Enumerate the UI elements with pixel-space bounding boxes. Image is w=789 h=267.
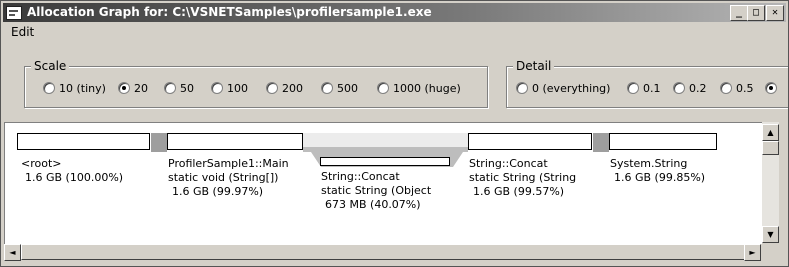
maximize-button[interactable]: □ xyxy=(747,5,765,21)
node-main-box[interactable] xyxy=(167,133,303,150)
node-system-string-label: System.String xyxy=(610,157,688,170)
node-concat-object-label: String::Concat xyxy=(321,170,400,183)
scale-option-1000[interactable]: 1000 (huge) xyxy=(377,82,461,95)
radio-icon xyxy=(211,82,223,94)
node-system-string-stats: 1.6 GB (99.85%) xyxy=(614,171,706,184)
edge-root-main xyxy=(151,133,167,152)
node-root-label: <root> xyxy=(21,157,62,170)
vertical-scrollbar[interactable]: ▲ ▼ xyxy=(762,122,779,243)
node-concat-string-stats: 1.6 GB (99.57%) xyxy=(473,185,565,198)
minimize-button[interactable]: _ xyxy=(730,5,748,21)
scroll-down-button[interactable]: ▼ xyxy=(762,226,779,243)
node-root-stats: 1.6 GB (100.00%) xyxy=(25,171,124,184)
scroll-right-button[interactable]: ► xyxy=(744,244,761,261)
radio-icon xyxy=(164,82,176,94)
allocation-graph-canvas[interactable]: <root> 1.6 GB (100.00%) ProfilerSample1:… xyxy=(4,122,762,244)
radio-checked-icon xyxy=(118,82,130,94)
node-concat-string-label: String::Concat xyxy=(469,157,548,170)
radio-icon xyxy=(673,82,685,94)
radio-checked-icon xyxy=(765,82,777,94)
radio-icon xyxy=(321,82,333,94)
node-root-box[interactable] xyxy=(17,133,150,150)
radio-icon xyxy=(266,82,278,94)
detail-option-0-1[interactable]: 0.1 xyxy=(627,82,661,95)
horizontal-scroll-thumb[interactable] xyxy=(21,244,745,260)
detail-option-cut-off[interactable] xyxy=(765,82,781,95)
node-main-signature: static void (String[]) xyxy=(168,171,279,184)
scroll-left-button[interactable]: ◄ xyxy=(4,244,21,261)
detail-group-label: Detail xyxy=(513,59,555,73)
node-concat-string-box[interactable] xyxy=(468,133,592,150)
allocation-graph-window: Allocation Graph for: C:\VSNETSamples\pr… xyxy=(0,0,789,267)
scale-group-label: Scale xyxy=(31,59,70,73)
scale-option-20[interactable]: 20 xyxy=(118,82,148,95)
radio-icon xyxy=(377,82,389,94)
scale-group: Scale 10 (tiny) 20 50 100 200 500 1000 (… xyxy=(24,59,488,108)
scale-option-200[interactable]: 200 xyxy=(266,82,303,95)
scale-option-10[interactable]: 10 (tiny) xyxy=(43,82,106,95)
vertical-scroll-thumb[interactable] xyxy=(762,141,779,155)
app-icon xyxy=(6,6,22,20)
scroll-up-button[interactable]: ▲ xyxy=(762,124,779,141)
detail-option-0-2[interactable]: 0.2 xyxy=(673,82,707,95)
node-concat-object-box[interactable] xyxy=(320,157,450,166)
node-main-label: ProfilerSample1::Main xyxy=(168,157,289,170)
scale-option-500[interactable]: 500 xyxy=(321,82,358,95)
node-concat-object-stats: 673 MB (40.07%) xyxy=(325,198,421,211)
detail-option-0[interactable]: 0 (everything) xyxy=(516,82,610,95)
scale-option-50[interactable]: 50 xyxy=(164,82,194,95)
menu-bar: Edit xyxy=(3,23,786,41)
edge-concat-string xyxy=(593,133,609,152)
node-system-string-box[interactable] xyxy=(609,133,717,150)
window-title: Allocation Graph for: C:\VSNETSamples\pr… xyxy=(27,5,432,19)
node-main-stats: 1.6 GB (99.97%) xyxy=(172,185,264,198)
radio-icon xyxy=(720,82,732,94)
scale-option-100[interactable]: 100 xyxy=(211,82,248,95)
horizontal-scrollbar[interactable]: ◄ ► xyxy=(4,244,761,261)
node-concat-string-signature: static String (String xyxy=(469,171,577,184)
radio-icon xyxy=(627,82,639,94)
title-bar[interactable]: Allocation Graph for: C:\VSNETSamples\pr… xyxy=(3,3,786,22)
menu-edit[interactable]: Edit xyxy=(11,25,34,39)
close-button[interactable]: ✕ xyxy=(766,5,784,21)
detail-option-0-5[interactable]: 0.5 xyxy=(720,82,754,95)
radio-icon xyxy=(516,82,528,94)
radio-icon xyxy=(43,82,55,94)
detail-group: Detail 0 (everything) 0.1 0.2 0.5 xyxy=(506,59,788,108)
node-concat-object-signature: static String (Object xyxy=(321,184,432,197)
